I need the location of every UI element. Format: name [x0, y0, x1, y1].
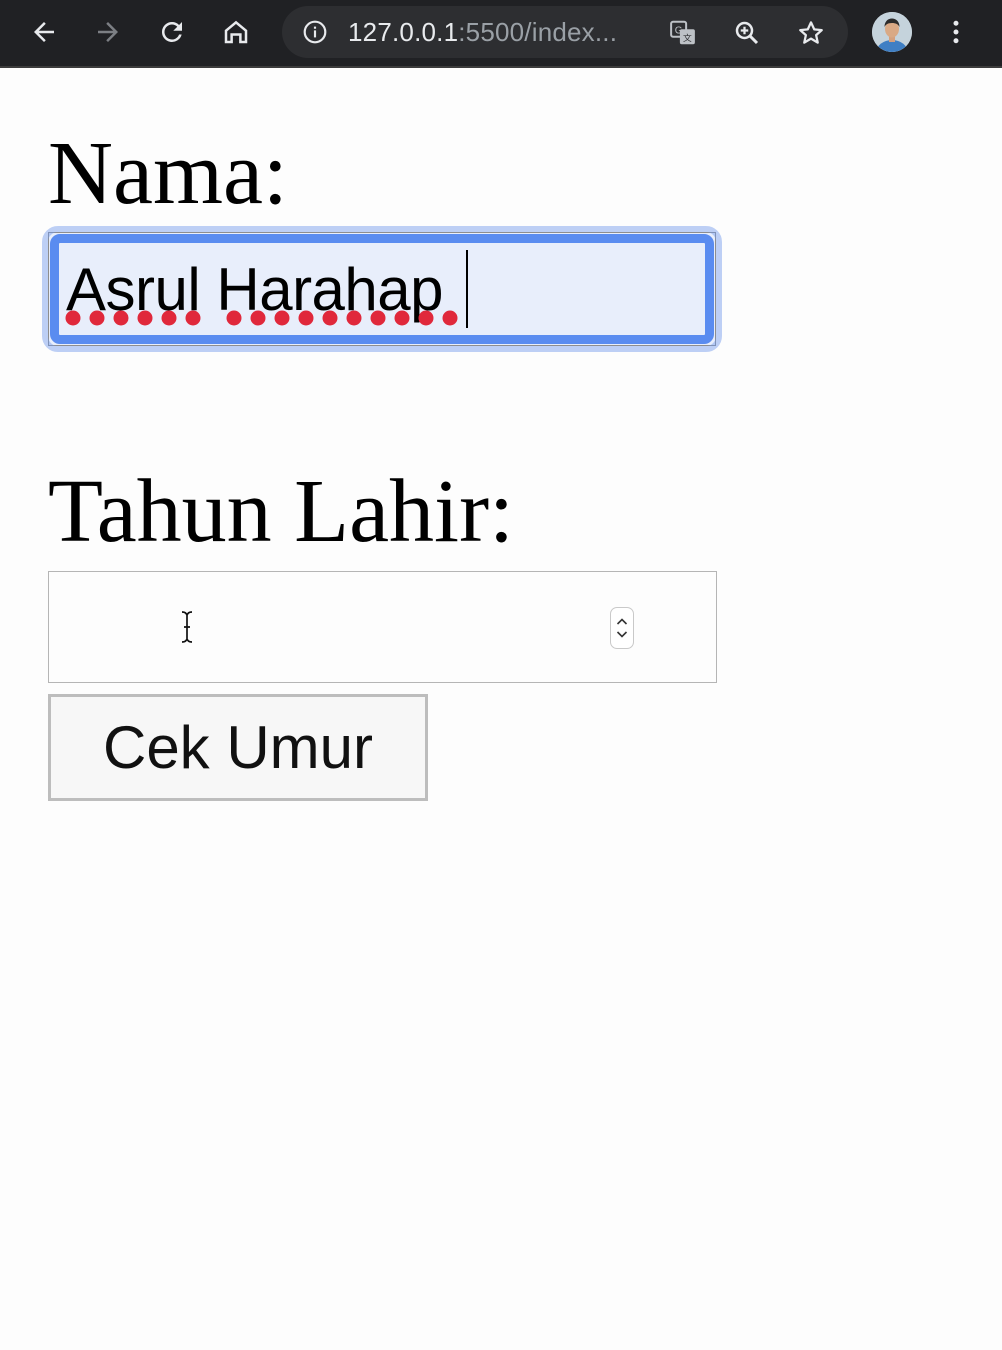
forward-button[interactable]: [86, 10, 130, 54]
name-label: Nama:: [48, 124, 288, 223]
svg-text:文: 文: [683, 32, 692, 43]
profile-avatar[interactable]: [872, 12, 912, 52]
page-content: Nama: Asrul Harahap Tahun Lahir: Cek Umu…: [0, 70, 1002, 1350]
zoom-icon[interactable]: [732, 18, 762, 48]
home-button[interactable]: [214, 10, 258, 54]
text-cursor-icon: [181, 611, 193, 643]
spinner-arrows-icon: [616, 618, 628, 638]
address-bar[interactable]: 127.0.0.1:5500/index... G 文: [282, 6, 848, 58]
check-age-button[interactable]: Cek Umur: [48, 694, 428, 801]
spellcheck-underline-harahap: [226, 310, 458, 326]
reload-icon: [161, 21, 182, 42]
url-text: 127.0.0.1:5500/index...: [348, 18, 617, 46]
url-path: :5500/index...: [458, 17, 618, 47]
forward-arrow-icon: [98, 22, 118, 42]
translate-icon[interactable]: G 文: [668, 18, 698, 48]
browser-toolbar: 127.0.0.1:5500/index... G 文: [0, 0, 1002, 68]
back-arrow-icon: [34, 22, 54, 42]
menu-kebab-icon: [953, 20, 959, 44]
back-button[interactable]: [22, 10, 66, 54]
number-spinner[interactable]: [610, 607, 634, 649]
spellcheck-underline-asrul: [65, 310, 201, 326]
birth-year-label: Tahun Lahir:: [48, 462, 515, 561]
home-icon: [224, 20, 248, 44]
bookmark-star-icon[interactable]: [796, 18, 826, 48]
site-info-icon[interactable]: [302, 19, 328, 45]
svg-text:G: G: [675, 26, 683, 37]
text-caret: [466, 250, 468, 328]
reload-button[interactable]: [150, 10, 194, 54]
url-host: 127.0.0.1: [348, 17, 459, 47]
browser-menu-button[interactable]: [934, 10, 978, 54]
